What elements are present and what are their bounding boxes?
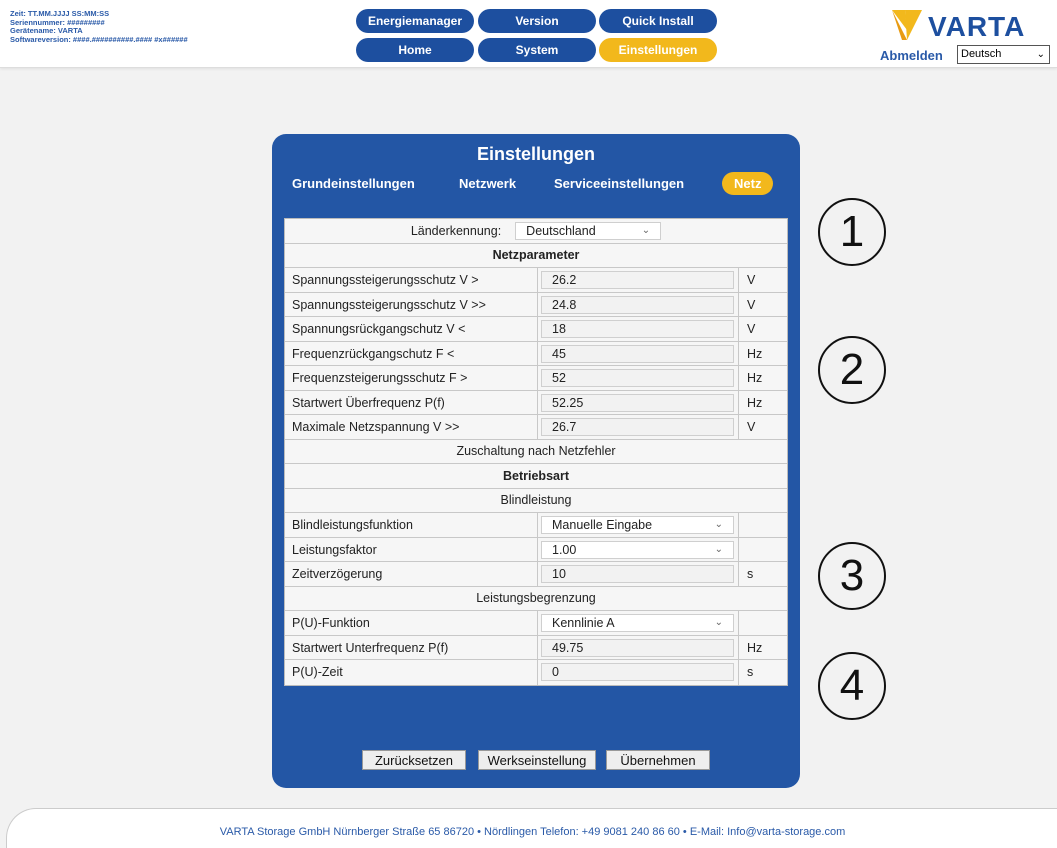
param-input[interactable]: 45 bbox=[541, 344, 734, 363]
callout-1: 1 bbox=[818, 198, 886, 266]
chevron-down-icon: ⌄ bbox=[714, 543, 723, 555]
power-factor-label: Leistungsfaktor bbox=[292, 542, 377, 557]
chevron-down-icon: ⌄ bbox=[1036, 49, 1045, 60]
param-row: Spannungssteigerungsschutz V > 26.2 V bbox=[285, 268, 787, 293]
delay-input[interactable]: 10 bbox=[541, 565, 734, 583]
param-unit: Hz bbox=[747, 346, 763, 361]
delay-label: Zeitverzögerung bbox=[292, 567, 383, 581]
callout-4: 4 bbox=[818, 652, 886, 720]
country-select[interactable]: Deutschland ⌄ bbox=[515, 221, 662, 240]
blindleistung-heading: Blindleistung bbox=[285, 489, 787, 513]
footer-contact: VARTA Storage GmbH Nürnberger Straße 65 … bbox=[219, 826, 846, 838]
nav-energiemanager[interactable]: Energiemanager bbox=[356, 9, 474, 33]
param-unit: V bbox=[747, 420, 756, 434]
power-factor-select[interactable]: 1.00 ⌄ bbox=[541, 540, 734, 559]
footer: VARTA Storage GmbH Nürnberger Straße 65 … bbox=[6, 808, 1057, 848]
nav-einstellungen[interactable]: Einstellungen bbox=[599, 38, 717, 62]
param-row: Spannungssteigerungsschutz V >> 24.8 V bbox=[285, 292, 787, 317]
blind-function-select[interactable]: Manuelle Eingabe ⌄ bbox=[541, 516, 734, 534]
delay-unit: s bbox=[747, 567, 754, 581]
pu-function-label: P(U)-Funktion bbox=[292, 616, 370, 630]
tab-serviceeinstellungen[interactable]: Serviceeinstellungen bbox=[554, 176, 684, 191]
param-row: Maximale Netzspannung V >> 26.7 V bbox=[285, 415, 787, 440]
param-unit: V bbox=[747, 297, 756, 312]
logout-link[interactable]: Abmelden bbox=[880, 48, 943, 63]
device-info: Zeit: TT.MM.JJJJ SS:MM:SS Seriennummer: … bbox=[10, 9, 188, 44]
param-label: Startwert Überfrequenz P(f) bbox=[292, 395, 445, 410]
tab-netz[interactable]: Netz bbox=[722, 172, 774, 195]
nav-system[interactable]: System bbox=[478, 38, 596, 62]
param-input[interactable]: 18 bbox=[541, 320, 734, 338]
chevron-down-icon: ⌄ bbox=[714, 617, 723, 628]
param-unit: Hz bbox=[747, 395, 763, 410]
pu-function-value: Kennlinie A bbox=[552, 616, 615, 630]
param-input[interactable]: 26.7 bbox=[541, 418, 734, 436]
param-unit: Hz bbox=[747, 371, 763, 385]
param-input[interactable]: 26.2 bbox=[541, 271, 734, 289]
param-input[interactable]: 52 bbox=[541, 369, 734, 387]
delay-row: Zeitverzögerung 10 s bbox=[285, 562, 787, 587]
netz-settings-table: Länderkennung: Deutschland ⌄ Netzparamet… bbox=[284, 218, 788, 686]
power-factor-row: Leistungsfaktor 1.00 ⌄ bbox=[285, 537, 787, 562]
apply-button[interactable]: Übernehmen bbox=[606, 750, 710, 770]
betriebsart-heading: Betriebsart bbox=[285, 464, 787, 489]
callout-3: 3 bbox=[818, 542, 886, 610]
language-value: Deutsch bbox=[961, 48, 1002, 60]
pu-time-row: P(U)-Zeit 0 s bbox=[285, 660, 787, 685]
factory-settings-button[interactable]: Werkseinstellung bbox=[478, 750, 596, 770]
netzparameter-heading: Netzparameter bbox=[285, 244, 787, 268]
varta-logo: VARTA bbox=[890, 8, 1050, 42]
varta-v-icon bbox=[892, 10, 922, 40]
language-select[interactable]: Deutsch ⌄ bbox=[957, 45, 1050, 64]
callout-2: 2 bbox=[818, 336, 886, 404]
param-row: Spannungsrückgangschutz V < 18 V bbox=[285, 317, 787, 342]
underfreq-label: Startwert Unterfrequenz P(f) bbox=[292, 640, 449, 655]
underfreq-input[interactable]: 49.75 bbox=[541, 638, 734, 657]
tab-netzwerk[interactable]: Netzwerk bbox=[459, 176, 516, 191]
blind-function-row: Blindleistungsfunktion Manuelle Eingabe … bbox=[285, 513, 787, 538]
panel-title: Einstellungen bbox=[476, 144, 595, 164]
nav-version[interactable]: Version bbox=[478, 9, 596, 33]
param-input[interactable]: 52.25 bbox=[541, 393, 734, 412]
chevron-down-icon: ⌄ bbox=[714, 519, 723, 530]
country-row: Länderkennung: Deutschland ⌄ bbox=[285, 219, 787, 244]
nav-home[interactable]: Home bbox=[356, 38, 474, 62]
underfreq-row: Startwert Unterfrequenz P(f) 49.75 Hz bbox=[285, 635, 787, 660]
pu-function-row: P(U)-Funktion Kennlinie A ⌄ bbox=[285, 611, 787, 636]
nav-quick-install[interactable]: Quick Install bbox=[599, 9, 717, 33]
param-label: Spannungsrückgangschutz V < bbox=[292, 322, 466, 336]
pu-time-label: P(U)-Zeit bbox=[292, 665, 343, 679]
power-factor-value: 1.00 bbox=[552, 542, 577, 557]
info-software-version: Softwareversion: ####.##########.#### #x… bbox=[10, 34, 188, 44]
param-label: Spannungssteigerungsschutz V >> bbox=[292, 297, 486, 312]
underfreq-unit: Hz bbox=[747, 640, 763, 655]
param-unit: V bbox=[747, 273, 756, 287]
param-label: Maximale Netzspannung V >> bbox=[292, 420, 460, 434]
blind-function-value: Manuelle Eingabe bbox=[552, 518, 653, 532]
logo-text: VARTA bbox=[928, 11, 1026, 42]
param-unit: V bbox=[747, 322, 756, 336]
header-bar: Zeit: TT.MM.JJJJ SS:MM:SS Seriennummer: … bbox=[0, 0, 1057, 68]
param-label: Frequenzsteigerungsschutz F > bbox=[292, 371, 468, 385]
param-input[interactable]: 24.8 bbox=[541, 295, 734, 314]
pu-time-unit: s bbox=[747, 665, 754, 679]
country-label: Länderkennung: bbox=[410, 223, 502, 238]
leistungsbegrenzung-heading: Leistungsbegrenzung bbox=[285, 587, 787, 611]
param-label: Spannungssteigerungsschutz V > bbox=[292, 273, 479, 287]
pu-function-select[interactable]: Kennlinie A ⌄ bbox=[541, 614, 734, 632]
zuschaltung-heading[interactable]: Zuschaltung nach Netzfehler bbox=[285, 440, 787, 464]
settings-panel: Einstellungen Grundeinstellungen Netzwer… bbox=[272, 134, 800, 788]
pu-time-input[interactable]: 0 bbox=[541, 663, 734, 681]
param-label: Frequenzrückgangschutz F < bbox=[292, 346, 455, 361]
param-row: Frequenzsteigerungsschutz F > 52 Hz bbox=[285, 366, 787, 391]
param-row: Startwert Überfrequenz P(f) 52.25 Hz bbox=[285, 390, 787, 415]
param-row: Frequenzrückgangschutz F < 45 Hz bbox=[285, 341, 787, 366]
country-value: Deutschland bbox=[526, 223, 596, 238]
tab-grundeinstellungen[interactable]: Grundeinstellungen bbox=[292, 176, 415, 191]
blind-function-label: Blindleistungsfunktion bbox=[292, 518, 413, 532]
reset-button[interactable]: Zurücksetzen bbox=[362, 750, 466, 770]
chevron-down-icon: ⌄ bbox=[641, 224, 651, 236]
